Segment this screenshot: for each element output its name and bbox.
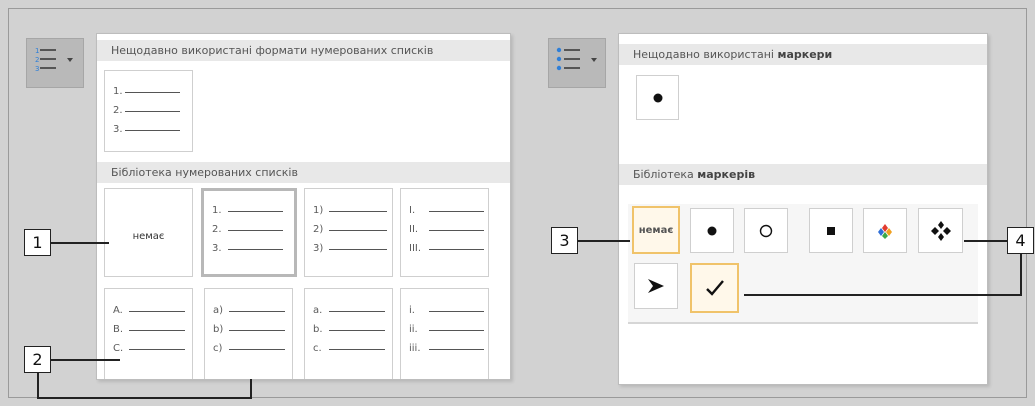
hollow-circle-icon	[759, 224, 773, 237]
numbering-format-letter-lower-paren[interactable]: a) b) c)	[204, 288, 293, 379]
library-divider	[628, 322, 978, 324]
bullet-none-tile[interactable]: немає	[632, 206, 680, 254]
bullets-icon	[556, 47, 597, 71]
numbering-format-letter-lower-period[interactable]: a. b. c.	[304, 288, 393, 379]
callout-2-leader-h2	[50, 359, 120, 361]
filled-circle-icon	[707, 226, 717, 235]
callout-1-leader	[51, 242, 109, 244]
callout-4-leader-h	[744, 294, 1022, 296]
color-diamonds-icon	[878, 223, 892, 239]
numbering-button[interactable]: 1 2 3	[26, 38, 84, 88]
callout-1: 1	[24, 229, 51, 256]
recent-bullet-filled-circle[interactable]	[636, 75, 679, 120]
recent-bullets-header: Нещодавно використані маркери	[619, 44, 987, 65]
arrowhead-icon	[648, 279, 664, 293]
numbering-none-tile[interactable]: немає	[104, 188, 193, 277]
numbering-format-roman-lower[interactable]: i. ii. iii.	[400, 288, 489, 379]
svg-text:1: 1	[35, 47, 39, 55]
numbering-format-letter-upper[interactable]: A. B. C.	[104, 288, 193, 379]
numbering-library-header: Бібліотека нумерованих списків	[97, 162, 510, 183]
bullet-checkmark[interactable]	[690, 263, 739, 313]
numbering-format-arabic-period[interactable]: 1. 2. 3.	[201, 188, 297, 277]
callout-3-leader	[578, 240, 630, 242]
callout-2-leader-h1	[37, 397, 252, 399]
bullet-hollow-circle[interactable]	[744, 208, 788, 253]
checkmark-icon	[705, 280, 724, 296]
bullet-arrowhead[interactable]	[634, 263, 678, 309]
numbering-format-arabic-paren[interactable]: 1) 2) 3)	[304, 188, 393, 277]
callout-3: 3	[551, 227, 578, 254]
filled-circle-icon	[653, 93, 662, 102]
four-diamonds-icon	[930, 220, 951, 241]
svg-text:2: 2	[35, 56, 39, 64]
callout-2-leader-v2	[250, 379, 252, 399]
bullet-color-diamonds[interactable]	[863, 208, 907, 253]
numbering-library-panel: Нещодавно використані формати нумеровани…	[96, 33, 511, 380]
callout-4-leader-v	[1020, 254, 1022, 296]
chevron-down-icon	[67, 58, 73, 62]
filled-square-icon	[827, 226, 835, 235]
svg-text:3: 3	[35, 65, 39, 73]
bullet-library-header: Бібліотека маркерів	[619, 164, 987, 185]
numbering-icon: 1 2 3	[35, 47, 73, 73]
recent-numbering-header: Нещодавно використані формати нумеровани…	[97, 40, 510, 61]
bullets-button[interactable]	[548, 38, 606, 88]
bullet-filled-circle[interactable]	[690, 208, 734, 253]
chevron-down-icon	[591, 58, 597, 62]
recent-numbering-format[interactable]: 1. 2. 3.	[104, 70, 193, 152]
bullet-filled-square[interactable]	[809, 208, 853, 253]
bullet-library-panel: Нещодавно використані маркери Бібліотека…	[618, 33, 988, 385]
bullet-four-diamonds[interactable]	[918, 208, 963, 253]
numbering-format-roman-upper[interactable]: I. II. III.	[400, 188, 489, 277]
callout-2-leader-v1	[37, 372, 39, 398]
callout-4-leader-top	[964, 240, 1008, 242]
callout-4: 4	[1007, 227, 1034, 254]
callout-2: 2	[24, 346, 51, 373]
